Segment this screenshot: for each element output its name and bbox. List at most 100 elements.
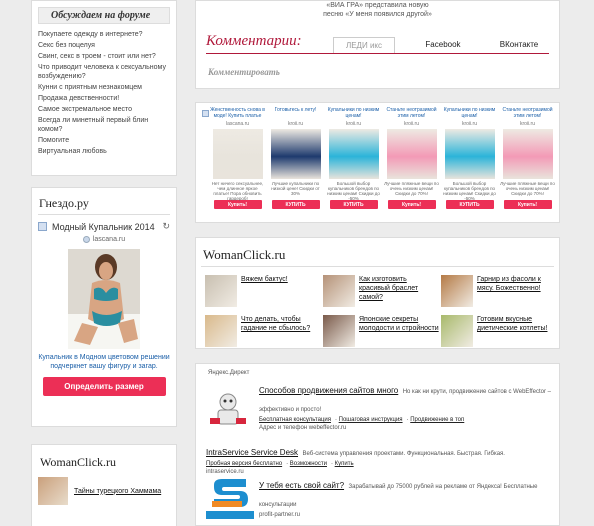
direct-link[interactable]: Пробная версия бесплатно bbox=[206, 461, 282, 467]
article-thumbnail[interactable] bbox=[205, 275, 237, 307]
article-thumbnail[interactable] bbox=[205, 315, 237, 347]
profit-partner-logo-icon[interactable] bbox=[206, 477, 254, 521]
direct-link[interactable]: Купить bbox=[335, 461, 354, 467]
strip-ad-item[interactable]: Готовьтесь к лету! kroii.ru Лучшие купальн… bbox=[268, 107, 323, 209]
strip-ad-title[interactable]: Купальники по низким ценам! bbox=[442, 107, 497, 121]
direct-ad-body: У тебя есть свой сайт? Зарабатывай до 75… bbox=[259, 475, 553, 519]
strip-ad-title[interactable]: Станьте неотразимой этим летом! bbox=[500, 107, 555, 121]
direct-ad-body: Способов продвижения сайтов много Но как… bbox=[259, 380, 553, 432]
tab-ladyx[interactable]: ЛЕДИ икс bbox=[333, 37, 395, 53]
womanclick-left-item[interactable]: Тайны турецкого Хаммама bbox=[32, 477, 176, 505]
refresh-icon[interactable]: ↻ bbox=[162, 221, 170, 232]
strip-ad-item[interactable]: Станьте неотразимой этим летом! kroii.ru Л… bbox=[500, 107, 555, 209]
direct-link[interactable]: Возможности bbox=[290, 461, 327, 467]
strip-ad-item[interactable]: Женственность снова в моде! Купить плать… bbox=[210, 107, 265, 209]
buy-button[interactable]: КУПИТЬ bbox=[329, 200, 378, 209]
strip-ad-image[interactable] bbox=[270, 129, 321, 179]
buy-button[interactable]: Купить! bbox=[387, 200, 436, 209]
strip-ad-image[interactable] bbox=[328, 129, 379, 179]
strip-ad-title[interactable]: Купальники по низким ценам! bbox=[326, 107, 381, 121]
strip-ad-site[interactable]: kroii.ru bbox=[326, 121, 381, 128]
ad-image[interactable] bbox=[68, 249, 140, 349]
webeffector-logo-icon[interactable] bbox=[206, 388, 254, 430]
article-item[interactable]: Японские секреты молодости и стройности bbox=[323, 315, 439, 347]
strip-ad-site[interactable]: kroii.ru bbox=[384, 121, 439, 128]
strip-ad-title[interactable]: Готовьтесь к лету! bbox=[268, 107, 323, 121]
direct-ad-title[interactable]: Способов продвижения сайтов много bbox=[259, 386, 398, 395]
strip-ad-item[interactable]: Купальники по низким ценам! kroii.ru Больш… bbox=[442, 107, 497, 209]
article-item[interactable]: Готовим вкусные диетические котлеты! bbox=[441, 315, 557, 347]
strip-ad-desc[interactable]: Лучшие пляжные вещи по очень низким цена… bbox=[384, 181, 439, 199]
tab-vkontakte[interactable]: ВКонтакте bbox=[494, 37, 544, 53]
direct-link[interactable]: Продвижение в топ bbox=[410, 417, 464, 423]
article-snippet: «ВИА ГРА» представила новую песню «У мен… bbox=[323, 2, 432, 18]
forum-item[interactable]: Свинг, секс в троем - стоит или нет? bbox=[38, 52, 170, 61]
strip-ad-item[interactable]: Станьте неотразимой этим летом! kroii.ru Л… bbox=[384, 107, 439, 209]
ad-description[interactable]: Купальник в Модном цветовом решении подч… bbox=[38, 353, 170, 371]
strip-ad-image[interactable] bbox=[386, 129, 437, 179]
forum-item[interactable]: Виртуальная любовь bbox=[38, 147, 170, 156]
buy-button[interactable]: Купить! bbox=[213, 200, 262, 209]
article-thumbnail[interactable] bbox=[323, 315, 355, 347]
strip-ad-site[interactable]: kroii.ru bbox=[500, 121, 555, 128]
direct-ad-site[interactable]: profit-partner.ru bbox=[259, 511, 553, 519]
article-link[interactable]: Вяжем бактус! bbox=[241, 275, 288, 284]
article-item[interactable]: Гарнир из фасоли к мясу. Божественно! bbox=[441, 275, 557, 307]
strip-ad-title[interactable]: Станьте неотразимой этим летом! bbox=[384, 107, 439, 121]
forum-item[interactable]: Что приводит человека к сексуальному воз… bbox=[38, 63, 170, 81]
buy-button[interactable]: КУПИТЬ bbox=[271, 200, 320, 209]
article-link[interactable]: Как изготовить красивый браслет самой? bbox=[359, 275, 439, 302]
article-item[interactable]: Что делать, чтобы гадание не сбылось? bbox=[205, 315, 321, 347]
womanclick-left-title: WomanClick.ru bbox=[40, 455, 117, 469]
strip-ad-site[interactable]: lascana.ru bbox=[210, 121, 265, 128]
direct-ad-title[interactable]: У тебя есть свой сайт? bbox=[259, 481, 344, 490]
article-thumbnail[interactable] bbox=[441, 275, 473, 307]
article-item[interactable]: Как изготовить красивый браслет самой? bbox=[323, 275, 439, 307]
direct-ad-title[interactable]: IntraService Service Desk bbox=[206, 448, 298, 457]
strip-ad-site[interactable]: kroii.ru bbox=[268, 121, 323, 128]
buy-button[interactable]: КУПИТЬ bbox=[445, 200, 494, 209]
forum-item[interactable]: Помогите bbox=[38, 136, 170, 145]
direct-ad-links: Бесплатная консультация · Пошаговая инстр… bbox=[259, 417, 465, 423]
forum-item[interactable]: Всегда ли минетный первый блин комом? bbox=[38, 116, 170, 134]
yandex-direct: Яндекс.Директ Способов продвижения сайто… bbox=[195, 363, 560, 526]
strip-ad-site[interactable]: kroii.ru bbox=[442, 121, 497, 128]
article-thumbnail[interactable] bbox=[441, 315, 473, 347]
ad-header: Модный Купальник 2014 ↻ bbox=[32, 215, 176, 232]
forum-item[interactable]: Кунни с приятным незнакомцем bbox=[38, 83, 170, 92]
article-thumbnail[interactable] bbox=[323, 275, 355, 307]
tab-facebook[interactable]: Facebook bbox=[418, 37, 468, 53]
strip-ad-desc[interactable]: Большой выбор купальников брендов по низ… bbox=[442, 181, 497, 201]
strip-ad-image[interactable] bbox=[212, 129, 263, 179]
strip-ad-item[interactable]: Купальники по низким ценам! kroii.ru Больш… bbox=[326, 107, 381, 209]
ad-strip: Женственность снова в моде! Купить плать… bbox=[195, 102, 560, 223]
strip-ad-title[interactable]: Женственность снова в моде! Купить плать… bbox=[210, 107, 265, 121]
strip-ad-image[interactable] bbox=[502, 129, 553, 179]
direct-link[interactable]: Пошаговая инструкция bbox=[339, 417, 403, 423]
ad-title[interactable]: Модный Купальник 2014 bbox=[52, 222, 155, 232]
forum-list: Покупаете одежду в интернете? Секс без п… bbox=[38, 30, 170, 156]
strip-ad-desc[interactable]: Нет ничего сексуальнее, чем длинное ярко… bbox=[210, 181, 265, 201]
article-link[interactable]: Гарнир из фасоли к мясу. Божественно! bbox=[477, 275, 557, 293]
article-thumbnail[interactable] bbox=[38, 477, 68, 505]
direct-ad-contact[interactable]: Адрес и телефон webeffector.ru bbox=[259, 424, 553, 432]
strip-ad-desc[interactable]: Лучшие купальники по низкой цене! Скидки… bbox=[268, 181, 323, 199]
article-link[interactable]: Что делать, чтобы гадание не сбылось? bbox=[241, 315, 321, 333]
strip-ad-image[interactable] bbox=[444, 129, 495, 179]
forum-item[interactable]: Секс без поцелуя bbox=[38, 41, 170, 50]
forum-item[interactable]: Самое экстремальное место bbox=[38, 105, 170, 114]
forum-item[interactable]: Продажа девственности! bbox=[38, 94, 170, 103]
article-item[interactable]: Вяжем бактус! bbox=[205, 275, 321, 307]
size-button[interactable]: Определить размер bbox=[42, 377, 166, 396]
article-link[interactable]: Готовим вкусные диетические котлеты! bbox=[477, 315, 557, 333]
comment-button[interactable]: Комментировать bbox=[208, 67, 280, 77]
article-link[interactable]: Японские секреты молодости и стройности bbox=[359, 315, 439, 333]
strip-ad-desc[interactable]: Лучшие пляжные вещи по очень низким цена… bbox=[500, 181, 555, 199]
strip-ad-desc[interactable]: Большой выбор купальников брендов по низ… bbox=[326, 181, 381, 201]
direct-ad-text: Веб-система управления проектами. Функци… bbox=[302, 451, 505, 457]
ad-site[interactable]: lascana.ru bbox=[32, 236, 176, 243]
buy-button[interactable]: Купить! bbox=[503, 200, 552, 209]
direct-link[interactable]: Бесплатная консультация bbox=[259, 417, 331, 423]
forum-widget: Обсуждаем на форуме Покупаете одежду в и… bbox=[31, 0, 177, 176]
forum-item[interactable]: Покупаете одежду в интернете? bbox=[38, 30, 170, 39]
